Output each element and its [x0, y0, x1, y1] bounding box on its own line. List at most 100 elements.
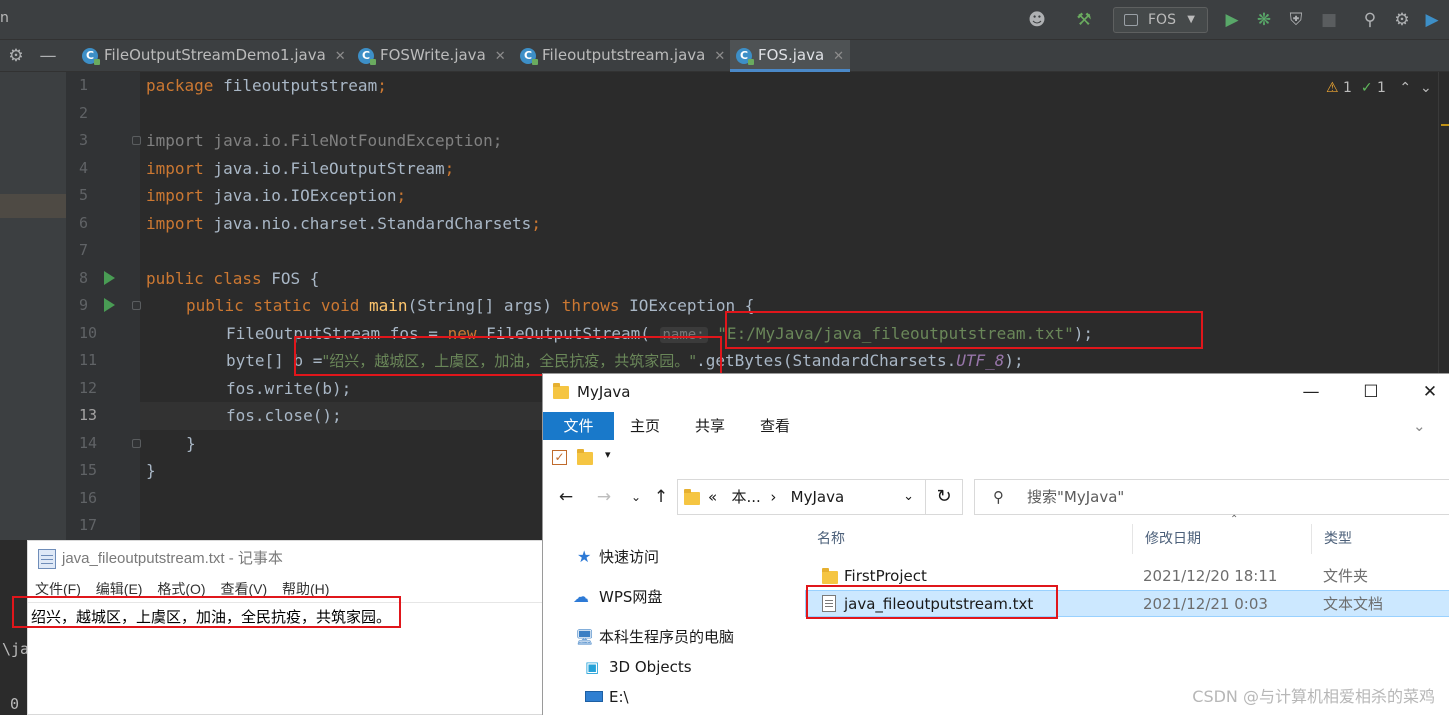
column-name[interactable]: 名称 — [805, 524, 845, 554]
project-selected-row[interactable] — [0, 194, 66, 218]
chevron-down-icon[interactable]: ⌄ — [1420, 80, 1432, 96]
line-number[interactable]: 17 — [66, 512, 156, 540]
inspection-widget[interactable]: ⚠ 1 ✓ 1 ⌃ ⌄ — [1326, 80, 1432, 96]
chevron-down-icon[interactable]: ⌄ — [903, 480, 914, 514]
tab-fileoutputstream[interactable]: C Fileoutputstream.java ✕ — [514, 40, 725, 72]
menu-view[interactable]: 查看(V) — [220, 581, 267, 597]
line-number[interactable]: 13 — [66, 402, 156, 430]
line-number[interactable]: 1 — [66, 72, 156, 100]
run-icon[interactable]: ▶ — [1220, 8, 1244, 32]
java-class-icon: C — [82, 48, 100, 65]
file-date: 2021/12/20 18:11 — [1143, 567, 1278, 585]
close-button[interactable]: ✕ — [1401, 374, 1449, 410]
folder-icon — [684, 489, 700, 505]
line-number[interactable]: 3 — [66, 127, 156, 155]
line-number[interactable]: 14 — [66, 430, 156, 458]
build-hammer-icon[interactable]: ⚒ — [1072, 8, 1096, 32]
stop-icon[interactable]: ■ — [1317, 8, 1341, 32]
customize-dropdown-icon[interactable]: ▾ — [605, 448, 611, 461]
coverage-icon[interactable]: ⛨ — [1284, 8, 1308, 32]
close-icon[interactable]: ✕ — [495, 49, 506, 64]
nav-3d-objects[interactable]: ▣ 3D Objects — [585, 654, 692, 680]
ide-toolbar: n ☻ ⚒ FOS ▼ ▶ ❋ ⛨ ■ ⚲ ⚙ ▶ — [0, 0, 1449, 40]
run-config-label: FOS — [1148, 12, 1176, 28]
run-gutter-icon[interactable] — [104, 270, 115, 285]
forward-button[interactable]: → — [593, 484, 615, 510]
notepad-title-bar[interactable]: java_fileoutputstream.txt - 记事本 — [28, 541, 544, 577]
notepad-text-area[interactable]: 绍兴，越城区，上虞区，加油，全民抗疫，共筑家园。 — [28, 602, 544, 714]
fold-marker-icon[interactable] — [132, 136, 141, 145]
line-number[interactable]: 15 — [66, 457, 156, 485]
code-line-11: byte[] b ="绍兴，越城区，上虞区，加油，全民抗疫，共筑家园。".get… — [226, 351, 1024, 370]
line-number[interactable]: 12 — [66, 375, 156, 403]
settings-gear-icon[interactable]: ⚙ — [4, 44, 28, 68]
ribbon-tab-share[interactable]: 共享 — [695, 412, 725, 440]
collapse-minus-icon[interactable]: — — [36, 44, 60, 68]
fold-marker-icon[interactable] — [132, 301, 141, 310]
line-number[interactable]: 7 — [66, 237, 156, 265]
java-class-icon: C — [736, 48, 754, 65]
line-number[interactable]: 10 — [66, 320, 156, 348]
file-row-txt[interactable]: java_fileoutputstream.txt 2021/12/21 0:0… — [805, 590, 1449, 617]
file-list-header: ⌃ 名称 修改日期 类型 — [805, 514, 1449, 554]
explorer-title-bar[interactable]: MyJava — ☐ ✕ — [543, 374, 1449, 410]
fold-marker-icon[interactable] — [132, 438, 141, 448]
close-icon[interactable]: ✕ — [833, 49, 844, 64]
properties-check-icon[interactable]: ✓ — [552, 450, 567, 465]
file-row-firstproject[interactable]: FirstProject 2021/12/20 18:11 文件夹 — [805, 563, 1449, 590]
minimize-button[interactable]: — — [1282, 374, 1340, 410]
ribbon-expand-icon[interactable]: ⌄ — [1413, 412, 1426, 440]
menu-edit[interactable]: 编辑(E) — [96, 581, 143, 597]
close-icon[interactable]: ✕ — [335, 49, 346, 64]
ribbon-tab-file[interactable]: 文件 — [543, 412, 614, 440]
file-name: java_fileoutputstream.txt — [844, 595, 1034, 613]
tab-file-output-stream-demo1[interactable]: C FileOutputStreamDemo1.java ✕ — [76, 40, 346, 72]
search-box[interactable]: ⚲ 搜索"MyJava" — [974, 479, 1449, 515]
line-number[interactable]: 6 — [66, 210, 156, 238]
chevron-up-icon[interactable]: ⌃ — [1399, 80, 1411, 96]
folder-icon — [822, 568, 838, 584]
tab-fos[interactable]: C FOS.java ✕ — [730, 40, 850, 72]
search-icon[interactable]: ⚲ — [1358, 8, 1382, 32]
menu-format[interactable]: 格式(O) — [157, 581, 205, 597]
address-bar[interactable]: « 本... › MyJava ⌄ — [677, 479, 963, 515]
ribbon-tab-view[interactable]: 查看 — [760, 412, 790, 440]
gear-icon[interactable]: ⚙ — [1390, 8, 1414, 32]
tab-foswrite[interactable]: C FOSWrite.java ✕ — [352, 40, 506, 72]
ribbon-tab-home[interactable]: 主页 — [630, 412, 660, 440]
console-panel: \ja 0 — [0, 540, 29, 715]
nav-wps-cloud[interactable]: ☁ WPS网盘 — [573, 584, 662, 610]
java-class-icon: C — [520, 48, 538, 65]
up-button[interactable]: ↑ — [650, 484, 672, 510]
navigation-pane: ★ 快速访问 ☁ WPS网盘 🖥 本科生程序员的电脑 ▣ 3D Objects … — [543, 524, 805, 715]
column-modified[interactable]: 修改日期 — [1132, 524, 1201, 554]
refresh-button[interactable]: ↻ — [925, 479, 963, 515]
line-number[interactable]: 5 — [66, 182, 156, 210]
line-number[interactable]: 16 — [66, 485, 156, 513]
line-number[interactable]: 2 — [66, 100, 156, 128]
nav-drive-e[interactable]: E:\ — [585, 684, 629, 710]
star-icon: ★ — [577, 547, 592, 566]
nav-this-pc[interactable]: 🖥 本科生程序员的电脑 — [575, 624, 734, 650]
new-folder-icon[interactable] — [577, 449, 593, 465]
watermark: CSDN @与计算机相爱相杀的菜鸡 — [1192, 687, 1435, 706]
toolbox-icon[interactable]: ▶ — [1420, 8, 1444, 32]
warning-icon: ⚠ — [1326, 80, 1339, 96]
run-gutter-icon[interactable] — [104, 298, 115, 312]
back-button[interactable]: ← — [555, 484, 577, 510]
close-icon[interactable]: ✕ — [714, 49, 725, 64]
user-icon[interactable]: ☻ — [1025, 8, 1049, 32]
run-config-select[interactable]: FOS ▼ — [1113, 7, 1208, 33]
line-number[interactable]: 4 — [66, 155, 156, 183]
column-type[interactable]: 类型 — [1311, 524, 1352, 554]
editor-tab-bar: ⚙ — C FileOutputStreamDemo1.java ✕ C FOSWri… — [0, 40, 1449, 72]
maximize-button[interactable]: ☐ — [1342, 374, 1400, 410]
menu-file[interactable]: 文件(F) — [35, 581, 81, 597]
line-number[interactable]: 11 — [66, 347, 156, 375]
folder-icon — [553, 383, 569, 399]
menu-fragment[interactable]: n — [0, 10, 9, 26]
nav-quick-access[interactable]: ★ 快速访问 — [577, 544, 659, 570]
recent-locations-icon[interactable]: ⌄ — [625, 484, 647, 510]
menu-help[interactable]: 帮助(H) — [282, 581, 329, 597]
debug-bug-icon[interactable]: ❋ — [1252, 8, 1276, 32]
